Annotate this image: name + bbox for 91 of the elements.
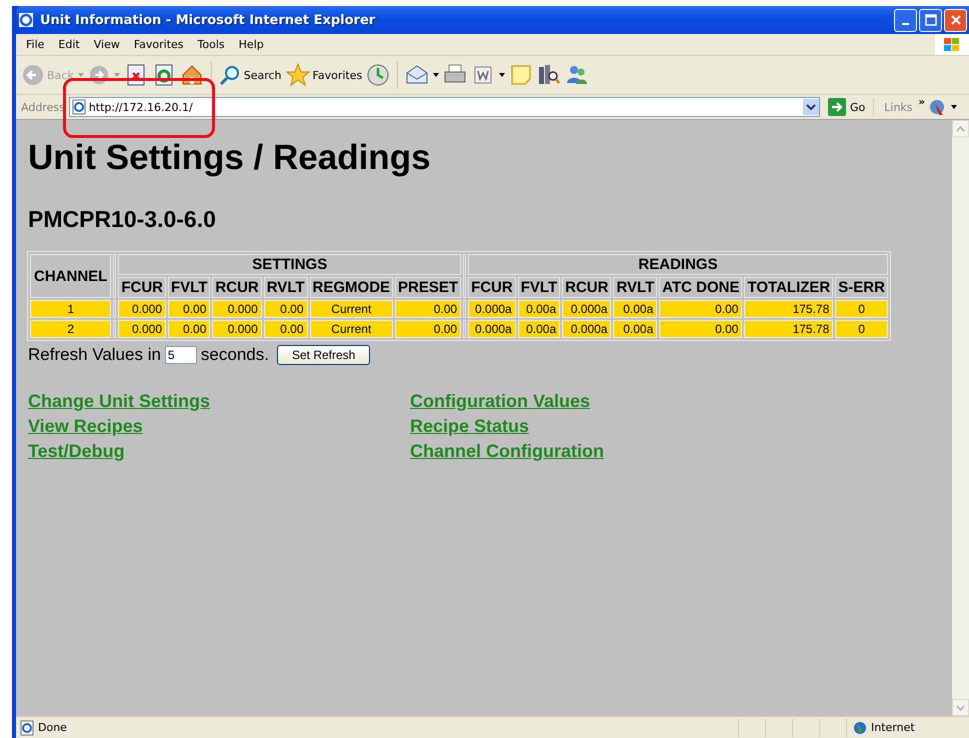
table-cell: 175.78	[744, 300, 834, 318]
forward-icon[interactable]	[88, 64, 110, 86]
close-button[interactable]	[944, 8, 967, 32]
minimize-icon	[902, 23, 909, 25]
table-cell: 2	[30, 320, 112, 338]
caret-icon[interactable]	[499, 73, 506, 77]
column-header: CHANNEL	[30, 254, 112, 298]
page-icon	[20, 720, 34, 736]
dropdown-button[interactable]	[803, 99, 819, 115]
column-header: RVLT	[264, 277, 308, 298]
column-header: FCUR	[118, 277, 166, 298]
table-cell: 0.00a	[613, 320, 658, 338]
table-cell: 175.78	[744, 320, 834, 338]
set-refresh-button[interactable]: Set Refresh	[276, 345, 370, 365]
address-label: Address	[21, 100, 65, 114]
status-text: Done	[38, 721, 68, 734]
menu-item[interactable]: Help	[232, 38, 271, 51]
chevron-down-icon	[956, 704, 965, 710]
column-header: RVLT	[613, 277, 658, 298]
menu-item[interactable]: Tools	[190, 38, 232, 51]
address-field[interactable]: http://172.16.20.1/	[68, 97, 820, 117]
favorites-button[interactable]: Favorites	[286, 63, 362, 87]
more-links-button[interactable]: »	[918, 97, 925, 108]
refresh-label: Refresh Values in	[28, 345, 161, 365]
history-icon[interactable]	[366, 63, 390, 87]
go-button[interactable]: Go	[824, 98, 874, 116]
menu-item[interactable]: Edit	[51, 38, 87, 51]
globe-icon	[853, 720, 867, 734]
table-cell: 0	[835, 320, 888, 338]
column-header: REGMODE	[310, 277, 394, 298]
caret-icon[interactable]	[433, 73, 440, 77]
menu-item[interactable]: Favorites	[126, 38, 191, 51]
table-cell: 0.00	[168, 320, 210, 338]
close-icon	[950, 14, 962, 26]
arrow-right-icon	[828, 98, 846, 116]
column-header: PRESET	[395, 277, 462, 298]
maximize-icon	[924, 14, 936, 26]
menu-item[interactable]: File	[16, 38, 52, 51]
table-cell: 0.000a	[468, 300, 516, 318]
zone-text: Internet	[871, 721, 915, 734]
table-cell: 0.00	[395, 320, 462, 338]
caret-icon[interactable]	[951, 105, 957, 109]
browser-icon	[18, 12, 34, 28]
column-header: RCUR	[212, 277, 262, 298]
chevron-down-icon	[806, 103, 816, 111]
star-icon	[286, 63, 310, 87]
column-header: RCUR	[562, 277, 612, 298]
seconds-label: seconds.	[200, 345, 269, 365]
column-header: TOTALIZER	[744, 277, 834, 298]
model-name: PMCPR10-3.0-6.0	[28, 206, 217, 233]
table-cell: 0.000a	[468, 320, 516, 338]
table-cell: 0	[835, 300, 888, 318]
group-header: SETTINGS	[118, 254, 462, 275]
search-icon	[218, 64, 241, 86]
table-cell: 0.00	[264, 320, 308, 338]
people-icon[interactable]	[565, 63, 590, 87]
table-cell: 0.00	[395, 300, 462, 318]
page-heading: Unit Settings / Readings	[28, 138, 432, 178]
menu-item[interactable]: View	[86, 38, 127, 51]
table-cell: 0.00a	[518, 300, 560, 318]
table-cell: 0.00a	[613, 300, 658, 318]
table-cell: 0.000	[212, 300, 262, 318]
home-icon[interactable]	[180, 63, 204, 87]
table-cell: 0.00	[168, 300, 210, 318]
column-header: ATC DONE	[659, 277, 742, 298]
column-header: FVLT	[168, 277, 210, 298]
maximize-button[interactable]	[919, 8, 942, 32]
window-title: Unit Information - Microsoft Internet Explorer	[40, 12, 376, 28]
table-cell: 0.00	[659, 320, 742, 338]
table-cell: 0.000	[118, 320, 166, 338]
column-header: FVLT	[518, 277, 560, 298]
books-magnifier-icon[interactable]	[537, 63, 562, 87]
column-header: FCUR	[468, 277, 516, 298]
column-header: S-ERR	[835, 277, 888, 298]
refresh-seconds-field[interactable]: 5	[164, 346, 197, 364]
table-cell: 0.000a	[562, 320, 612, 338]
table-cell: 0.000a	[562, 300, 612, 318]
table-cell: 0.000	[212, 320, 262, 338]
flag-logo-icon	[943, 36, 961, 52]
table-cell: Current	[310, 320, 394, 338]
search-button[interactable]: Search	[218, 64, 282, 86]
table-cell: 0.00	[264, 300, 308, 318]
page-icon	[72, 99, 86, 115]
chevron-up-icon	[956, 126, 965, 132]
minimize-button[interactable]	[894, 8, 917, 32]
table-cell: 1	[30, 300, 112, 318]
table-cell: 0.00a	[518, 320, 560, 338]
group-header: READINGS	[468, 254, 888, 275]
table-cell: 0.00	[659, 300, 742, 318]
table-cell: Current	[310, 300, 394, 318]
table-cell: 0.000	[118, 300, 166, 318]
